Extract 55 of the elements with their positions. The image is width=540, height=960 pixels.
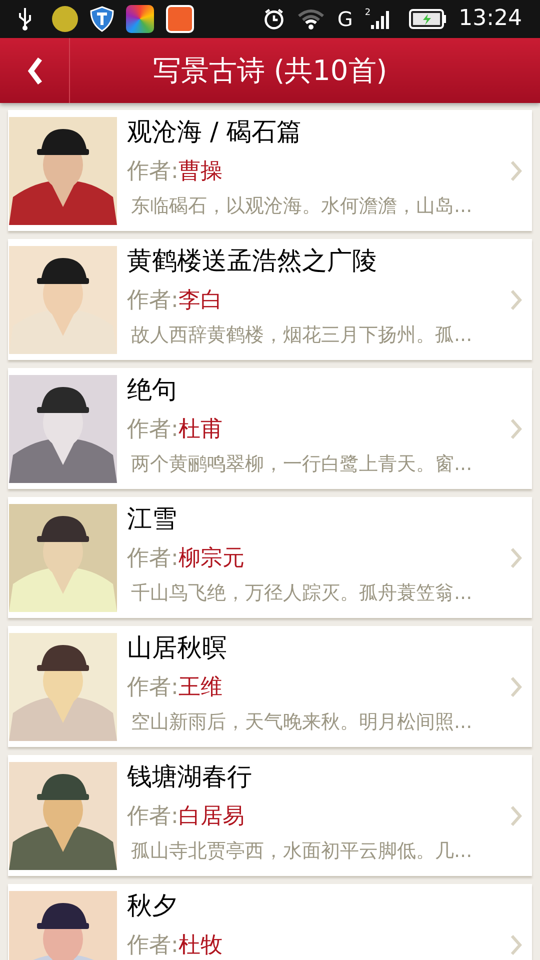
author-label: 作者: (127, 676, 178, 700)
author-name: 白居易 (178, 805, 244, 829)
author-label: 作者: (127, 805, 178, 829)
author-name: 王维 (178, 676, 222, 700)
author-name: 杜牧 (178, 934, 222, 958)
poem-title: 山居秋暝 (127, 633, 228, 663)
poem-card[interactable]: 黄鹤楼送孟浩然之广陵 作者:李白 故人西辞黄鹤楼，烟花三月下扬州。孤... (8, 239, 532, 360)
poem-excerpt: 孤山寺北贾亭西，水面初平云脚低。几... (130, 839, 474, 863)
battery-icon (408, 8, 447, 30)
chevron-right-icon (510, 418, 522, 440)
poem-title: 江雪 (127, 504, 178, 534)
page-title: 写景古诗 (共10首) (152, 52, 388, 88)
app-icon (166, 5, 194, 33)
poem-excerpt: 东临碣石，以观沧海。水何澹澹，山岛... (130, 194, 474, 218)
app-icon (126, 5, 154, 33)
author-label: 作者: (127, 160, 178, 184)
wifi-icon (297, 8, 326, 30)
author-label: 作者: (127, 934, 178, 958)
poem-card[interactable]: 绝句 作者:杜甫 两个黄鹂鸣翠柳，一行白鹭上青天。窗... (8, 368, 532, 489)
network-type: G (337, 9, 353, 29)
signal-icon (370, 9, 391, 29)
poem-excerpt: 两个黄鹂鸣翠柳，一行白鹭上青天。窗... (130, 452, 474, 476)
alarm-icon (263, 8, 286, 30)
chevron-right-icon (510, 676, 522, 698)
usb-icon (18, 7, 32, 31)
poem-excerpt: 空山新雨后，天气晚来秋。明月松间照... (130, 710, 474, 734)
chevron-right-icon (510, 934, 522, 956)
author-name: 杜甫 (178, 418, 222, 442)
chevron-right-icon (510, 160, 522, 182)
chevron-right-icon (510, 288, 522, 310)
poem-excerpt: 千山鸟飞绝，万径人踪灭。孤舟蓑笠翁... (130, 581, 474, 605)
author-name: 李白 (178, 289, 222, 313)
poem-title: 钱塘湖春行 (127, 762, 253, 792)
poem-card[interactable]: 山居秋暝 作者:王维 空山新雨后，天气晚来秋。明月松间照... (8, 626, 532, 747)
author-name: 曹操 (178, 160, 222, 184)
sim-number: 2 (364, 9, 371, 18)
poem-card[interactable]: 观沧海 / 碣石篇 作者:曹操 东临碣石，以观沧海。水何澹澹，山岛... (8, 110, 532, 231)
poem-card[interactable]: 江雪 作者:柳宗元 千山鸟飞绝，万径人踪灭。孤舟蓑笠翁... (8, 497, 532, 618)
poem-card[interactable]: 钱塘湖春行 作者:白居易 孤山寺北贾亭西，水面初平云脚低。几... (8, 755, 532, 876)
author-name: 柳宗元 (178, 547, 244, 571)
chevron-right-icon (510, 546, 522, 568)
poem-title: 秋夕 (127, 891, 178, 921)
back-icon (26, 56, 42, 84)
clock: 13:24 (458, 8, 522, 30)
poem-title: 观沧海 / 碣石篇 (127, 117, 302, 147)
author-label: 作者: (127, 547, 178, 571)
author-label: 作者: (127, 289, 178, 313)
poem-card[interactable]: 秋夕 作者:杜牧 (8, 884, 532, 960)
chevron-right-icon (510, 804, 522, 826)
poem-excerpt: 故人西辞黄鹤楼，烟花三月下扬州。孤... (130, 323, 474, 347)
poem-title: 黄鹤楼送孟浩然之广陵 (127, 246, 378, 276)
author-label: 作者: (127, 418, 178, 442)
app-icon (52, 6, 78, 32)
poem-title: 绝句 (127, 375, 178, 405)
shield-icon (90, 6, 114, 32)
